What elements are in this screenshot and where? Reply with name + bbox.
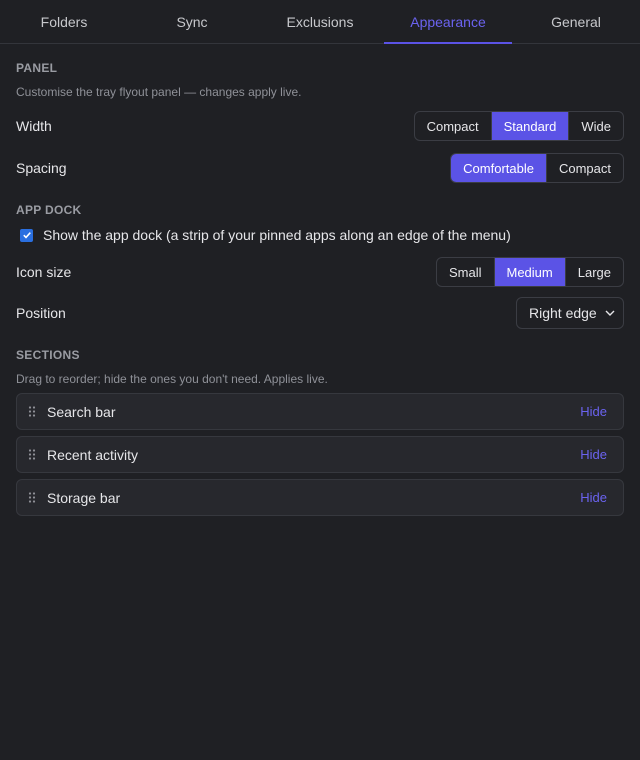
icon-size-row: Icon size Small Medium Large <box>16 257 624 287</box>
section-item-label: Recent activity <box>47 446 139 463</box>
drag-handle-icon[interactable] <box>27 492 37 503</box>
show-app-dock-row: Show the app dock (a strip of your pinne… <box>16 227 624 243</box>
hide-search-bar-link[interactable]: Hide <box>580 404 607 419</box>
position-row: Position Right edge <box>16 297 624 329</box>
hide-recent-activity-link[interactable]: Hide <box>580 447 607 462</box>
position-select-value: Right edge <box>529 305 597 321</box>
sections-section-title: SECTIONS <box>16 348 80 362</box>
icon-size-small-option[interactable]: Small <box>437 258 494 286</box>
spacing-segmented-control: Comfortable Compact <box>450 153 624 183</box>
panel-description: Customise the tray flyout panel — change… <box>16 85 302 99</box>
tab-bar: Folders Sync Exclusions Appearance Gener… <box>0 0 640 44</box>
tab-general[interactable]: General <box>512 0 640 43</box>
tab-appearance[interactable]: Appearance <box>384 0 512 44</box>
section-item-label: Search bar <box>47 403 116 420</box>
sections-description: Drag to reorder; hide the ones you don't… <box>16 372 328 386</box>
hide-storage-bar-link[interactable]: Hide <box>580 490 607 505</box>
section-item-search-bar[interactable]: Search bar Hide <box>16 393 624 430</box>
spacing-comfortable-option[interactable]: Comfortable <box>451 154 546 182</box>
drag-handle-icon[interactable] <box>27 406 37 417</box>
width-wide-option[interactable]: Wide <box>568 112 623 140</box>
width-segmented-control: Compact Standard Wide <box>413 111 624 141</box>
icon-size-label: Icon size <box>16 264 72 280</box>
width-label: Width <box>16 118 52 134</box>
width-standard-option[interactable]: Standard <box>490 112 569 140</box>
section-item-storage-bar[interactable]: Storage bar Hide <box>16 479 624 516</box>
tab-folders[interactable]: Folders <box>0 0 128 43</box>
sections-list: Search bar Hide Recent activity Hide Sto… <box>16 393 624 516</box>
tab-exclusions[interactable]: Exclusions <box>256 0 384 43</box>
icon-size-medium-option[interactable]: Medium <box>493 258 565 286</box>
drag-handle-icon[interactable] <box>27 449 37 460</box>
section-item-recent-activity[interactable]: Recent activity Hide <box>16 436 624 473</box>
show-app-dock-label[interactable]: Show the app dock (a strip of your pinne… <box>43 227 511 243</box>
spacing-row: Spacing Comfortable Compact <box>16 153 624 183</box>
check-icon <box>22 232 31 239</box>
position-select[interactable]: Right edge <box>516 297 624 329</box>
width-row: Width Compact Standard Wide <box>16 111 624 141</box>
spacing-compact-option[interactable]: Compact <box>545 154 623 182</box>
position-label: Position <box>16 305 66 321</box>
spacing-label: Spacing <box>16 160 67 176</box>
icon-size-large-option[interactable]: Large <box>564 258 623 286</box>
width-compact-option[interactable]: Compact <box>415 112 491 140</box>
settings-content: PANEL Customise the tray flyout panel — … <box>0 61 640 516</box>
tab-sync[interactable]: Sync <box>128 0 256 43</box>
icon-size-segmented-control: Small Medium Large <box>435 257 624 287</box>
panel-section-title: PANEL <box>16 61 58 75</box>
show-app-dock-checkbox[interactable] <box>20 228 33 242</box>
section-item-label: Storage bar <box>47 489 121 506</box>
chevron-down-icon <box>605 310 615 316</box>
app-dock-section-title: APP DOCK <box>16 203 82 217</box>
